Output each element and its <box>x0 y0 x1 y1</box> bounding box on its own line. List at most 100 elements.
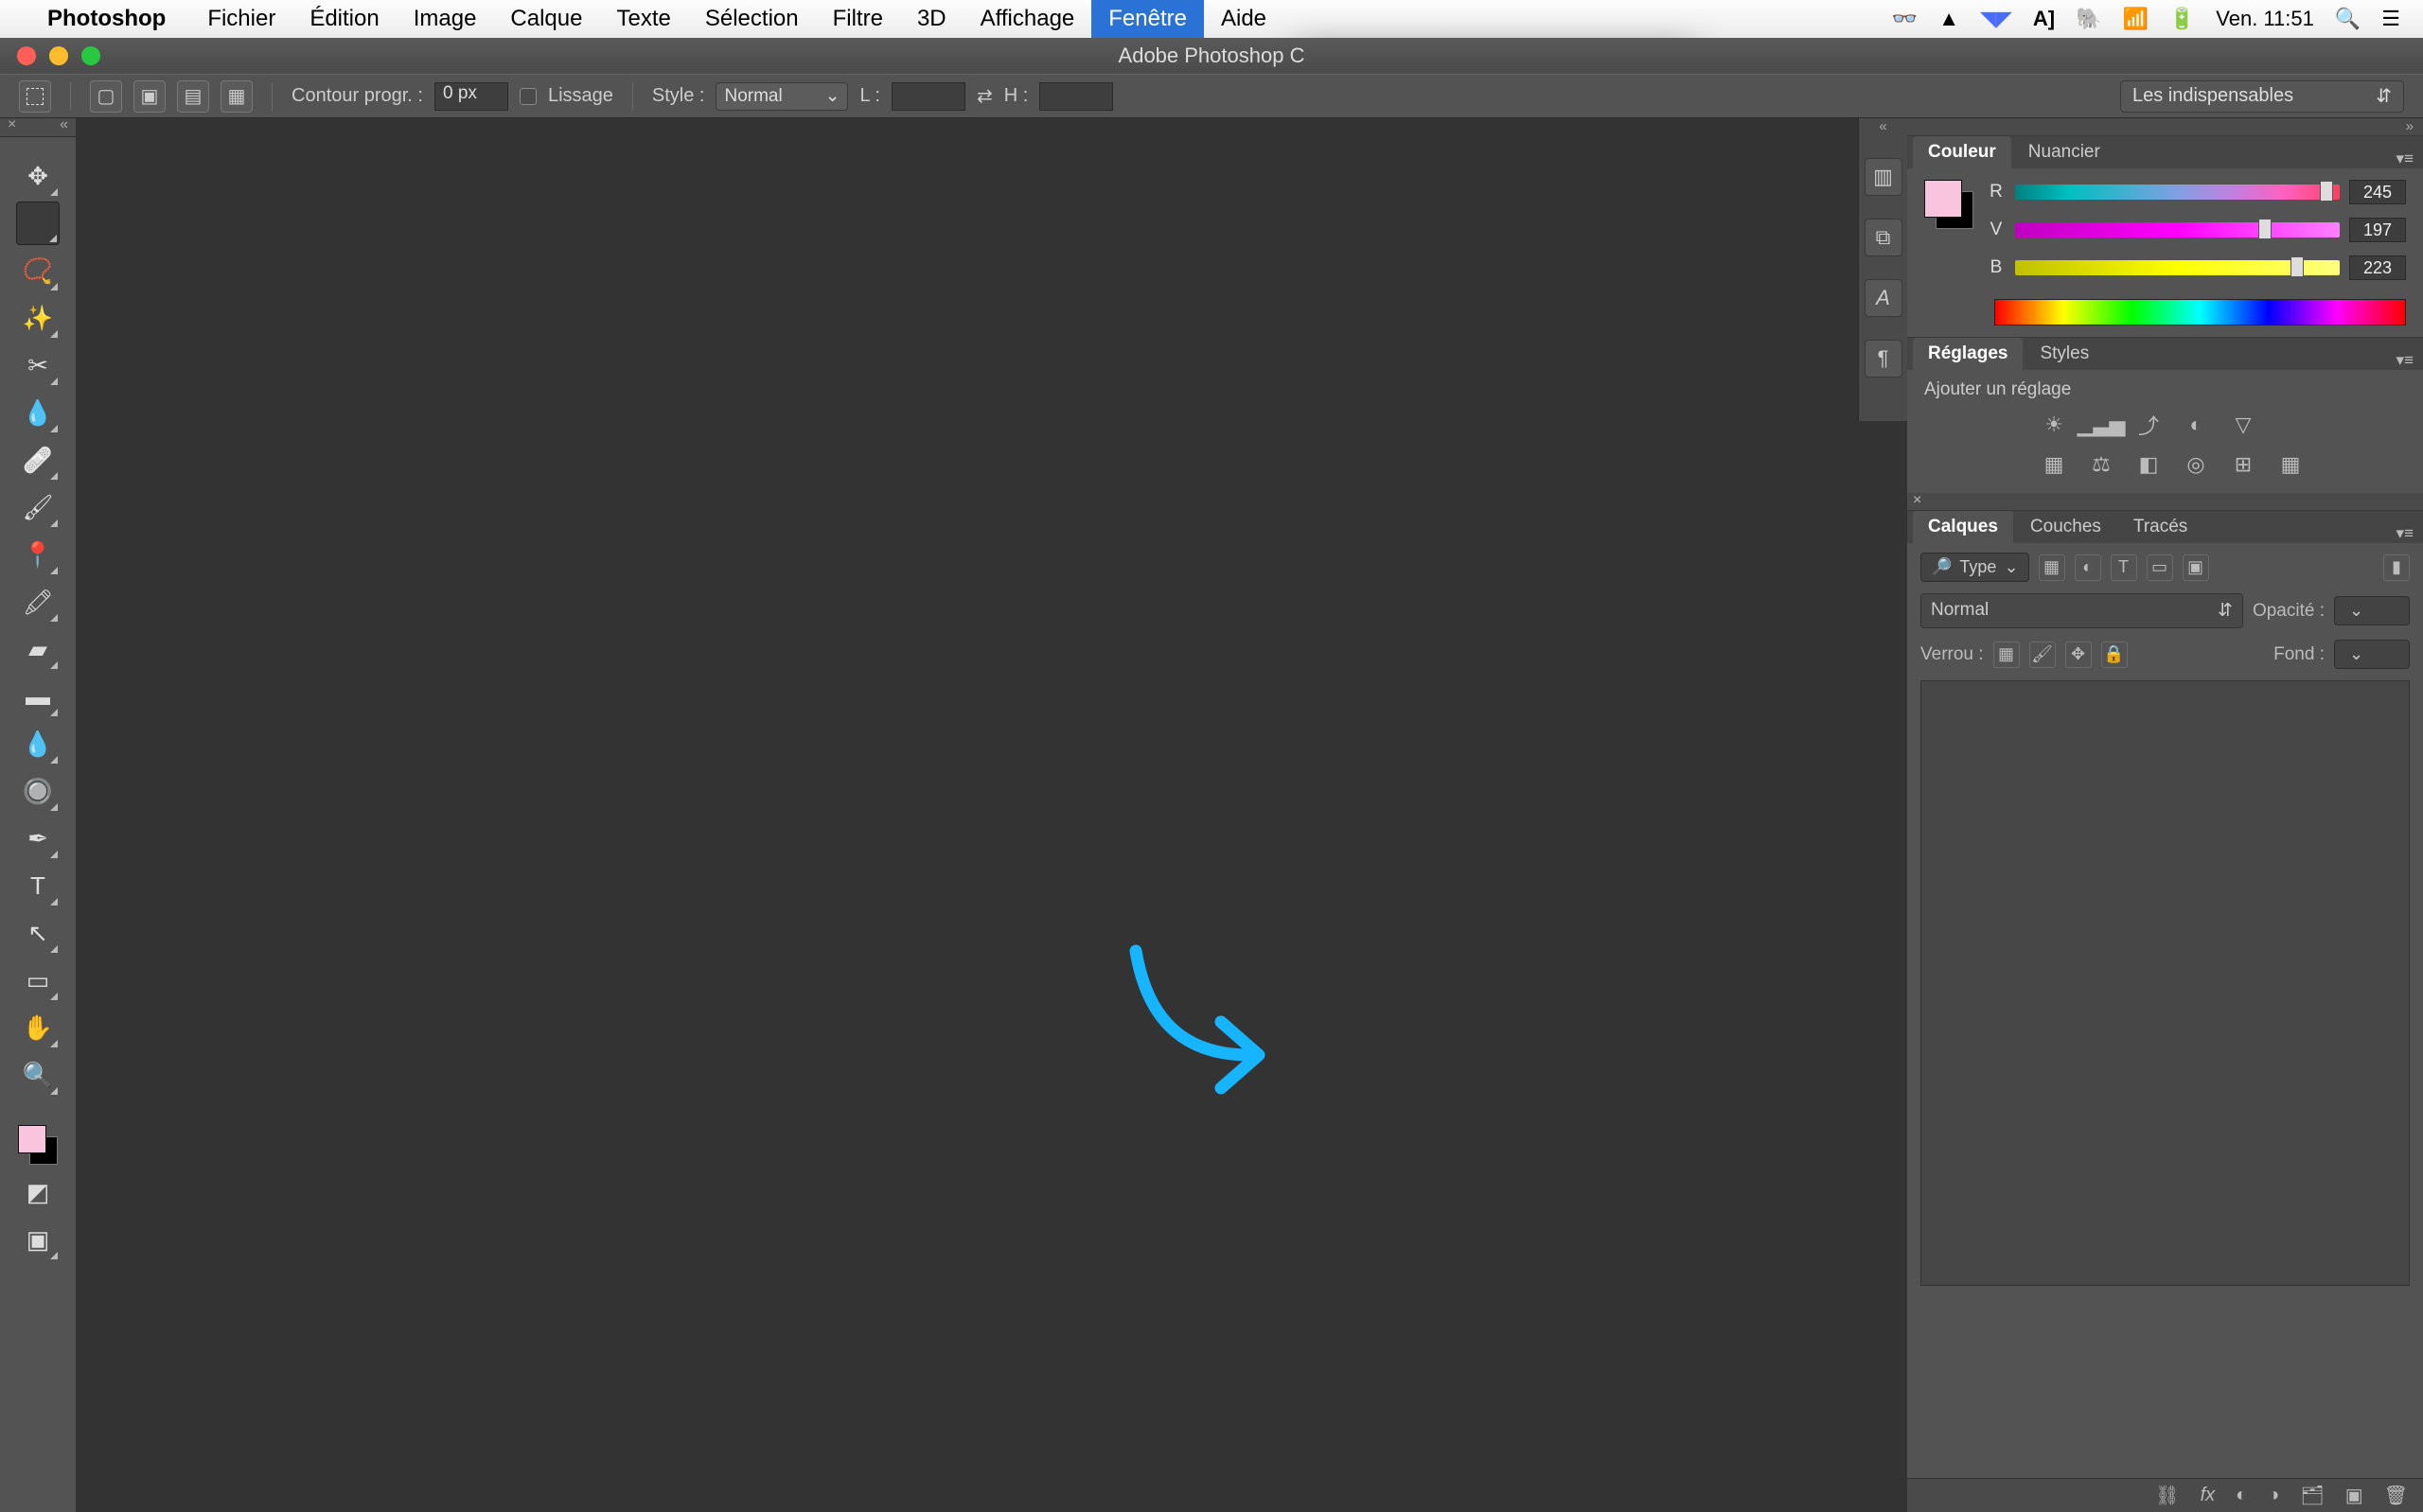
wifi-icon[interactable]: 📶 <box>2122 7 2148 31</box>
menu-aide[interactable]: Aide <box>1204 0 1283 38</box>
hand-tool[interactable]: ✋ <box>16 1006 60 1049</box>
adj-balance-icon[interactable]: ⚖ <box>2085 451 2117 478</box>
layers-list[interactable] <box>1920 680 2410 1286</box>
antialias-checkbox[interactable] <box>520 88 537 105</box>
selection-add-icon[interactable]: ▣ <box>133 80 166 113</box>
layer-filter-type[interactable]: 🔎 Type ⌄ <box>1920 553 2029 582</box>
spotlight-icon[interactable]: 🔍 <box>2335 7 2361 31</box>
new-layer-icon[interactable]: ▣ <box>2345 1484 2363 1507</box>
adj-hue-icon[interactable]: ▦ <box>2038 451 2070 478</box>
color-swatches[interactable] <box>16 1123 60 1167</box>
lock-all-icon[interactable]: 🔒 <box>2101 642 2128 668</box>
dodge-tool[interactable]: 🔘 <box>16 769 60 813</box>
history-brush-tool[interactable]: 🖍 <box>16 580 60 624</box>
tab-couleur[interactable]: Couleur <box>1913 136 2011 168</box>
tab-reglages[interactable]: Réglages <box>1913 338 2023 370</box>
fill-input[interactable]: ⌄ <box>2334 640 2410 669</box>
menu-3d[interactable]: 3D <box>900 0 964 38</box>
menu-filtre[interactable]: Filtre <box>816 0 900 38</box>
type-tool[interactable]: T <box>16 864 60 907</box>
zoom-window-button[interactable] <box>81 46 100 65</box>
filter-shape-icon[interactable]: ▭ <box>2147 554 2173 581</box>
r-slider[interactable] <box>2015 185 2340 200</box>
dock-character-icon[interactable]: A <box>1865 279 1902 317</box>
tab-calques[interactable]: Calques <box>1913 511 2013 543</box>
link-layers-icon[interactable]: ⛓ <box>2155 1484 2179 1507</box>
feather-input[interactable]: 0 px <box>434 82 508 111</box>
cc-icon[interactable]: ◥◤ <box>1980 7 2012 31</box>
layer-mask-icon[interactable]: ◐ <box>2236 1485 2247 1506</box>
minimize-window-button[interactable] <box>49 46 68 65</box>
filter-toggle[interactable]: ▮ <box>2383 554 2410 581</box>
style-select[interactable]: Normal⌄ <box>716 82 848 111</box>
eraser-tool[interactable]: ▰ <box>16 627 60 671</box>
adj-levels-icon[interactable]: ▁▃▅ <box>2085 412 2117 438</box>
panel-menu-icon[interactable]: ▾≡ <box>2396 149 2414 168</box>
dock-history-icon[interactable]: ▥ <box>1865 158 1902 196</box>
tab-nuancier[interactable]: Nuancier <box>2013 136 2115 168</box>
lock-transparency-icon[interactable]: ▦ <box>1993 642 2020 668</box>
eyedropper-tool[interactable]: 💧 <box>16 391 60 434</box>
menu-texte[interactable]: Texte <box>599 0 687 38</box>
brush-tool[interactable]: 🖌 <box>16 485 60 529</box>
blend-mode-select[interactable]: Normal⇵ <box>1920 593 2243 628</box>
path-selection-tool[interactable]: ↖ <box>16 911 60 955</box>
menu-edition[interactable]: Édition <box>292 0 396 38</box>
adj-bw-icon[interactable]: ◧ <box>2132 451 2165 478</box>
trash-icon[interactable]: 🗑 <box>2384 1484 2408 1507</box>
canvas-area[interactable] <box>76 137 1893 1512</box>
panel-menu-icon[interactable]: ▾≡ <box>2396 524 2414 543</box>
workspace-select[interactable]: Les indispensables⇵ <box>2120 80 2404 113</box>
evernote-icon[interactable]: 🐘 <box>2076 7 2101 31</box>
group-icon[interactable]: 🗂 <box>2300 1484 2324 1507</box>
crop-tool[interactable]: ✂ <box>16 343 60 387</box>
menu-fichier[interactable]: Fichier <box>190 0 292 38</box>
menu-extras-icon[interactable]: ☰ <box>2381 7 2400 31</box>
gradient-tool[interactable]: ▬ <box>16 675 60 718</box>
marquee-tool[interactable] <box>16 202 60 245</box>
tools-dock-strip[interactable]: × <box>0 118 76 137</box>
opacity-input[interactable]: ⌄ <box>2334 596 2410 625</box>
magic-wand-tool[interactable]: ✨ <box>16 296 60 340</box>
menu-image[interactable]: Image <box>397 0 494 38</box>
adj-curves-icon[interactable]: ⤴ <box>2132 412 2165 438</box>
gdrive-icon[interactable]: ▲ <box>1938 7 1959 31</box>
layer-fx-icon[interactable]: fx <box>2201 1485 2216 1506</box>
collapse-panels-button[interactable]: » <box>1907 118 2423 135</box>
r-value[interactable]: 245 <box>2349 180 2406 204</box>
lasso-tool[interactable]: 📿 <box>16 249 60 292</box>
menu-selection[interactable]: Sélection <box>688 0 816 38</box>
adj-photo-filter-icon[interactable]: ◎ <box>2180 451 2212 478</box>
clock[interactable]: Ven. 11:51 <box>2216 7 2314 31</box>
height-input[interactable] <box>1039 82 1113 111</box>
v-slider[interactable] <box>2015 222 2340 237</box>
adj-exposure-icon[interactable]: ◐ <box>2180 412 2212 438</box>
tab-couches[interactable]: Couches <box>2015 511 2116 543</box>
healing-brush-tool[interactable]: 🩹 <box>16 438 60 482</box>
adj-lut-icon[interactable]: ▦ <box>2274 451 2307 478</box>
move-tool[interactable]: ✥ <box>16 154 60 198</box>
spectrum-bar[interactable] <box>1994 299 2406 325</box>
panel-color-swatches[interactable] <box>1924 180 1973 229</box>
close-window-button[interactable] <box>17 46 36 65</box>
filter-adjust-icon[interactable]: ◐ <box>2075 554 2101 581</box>
blur-tool[interactable]: 💧 <box>16 722 60 765</box>
selection-intersect-icon[interactable]: ▦ <box>221 80 253 113</box>
swap-wh-icon[interactable]: ⇄ <box>977 84 993 108</box>
dock-properties-icon[interactable]: ⧉ <box>1865 219 1902 256</box>
glasses-icon[interactable]: 👓 <box>1892 7 1918 31</box>
tab-traces[interactable]: Tracés <box>2118 511 2202 543</box>
shape-tool[interactable]: ▭ <box>16 958 60 1002</box>
adj-vibrance-icon[interactable]: ▽ <box>2227 412 2259 438</box>
pen-tool[interactable]: ✒ <box>16 817 60 860</box>
adjustment-layer-icon[interactable]: ◑ <box>2268 1485 2279 1506</box>
b-slider[interactable] <box>2015 260 2340 275</box>
zoom-tool[interactable]: 🔍 <box>16 1053 60 1097</box>
panel-menu-icon[interactable]: ▾≡ <box>2396 351 2414 370</box>
lock-pixels-icon[interactable]: 🖌 <box>2029 642 2056 668</box>
selection-subtract-icon[interactable]: ▤ <box>177 80 209 113</box>
expand-dock-button[interactable]: « <box>1859 118 1907 135</box>
width-input[interactable] <box>892 82 965 111</box>
adj-channel-mixer-icon[interactable]: ⊞ <box>2227 451 2259 478</box>
close-icon[interactable]: × <box>8 116 16 133</box>
